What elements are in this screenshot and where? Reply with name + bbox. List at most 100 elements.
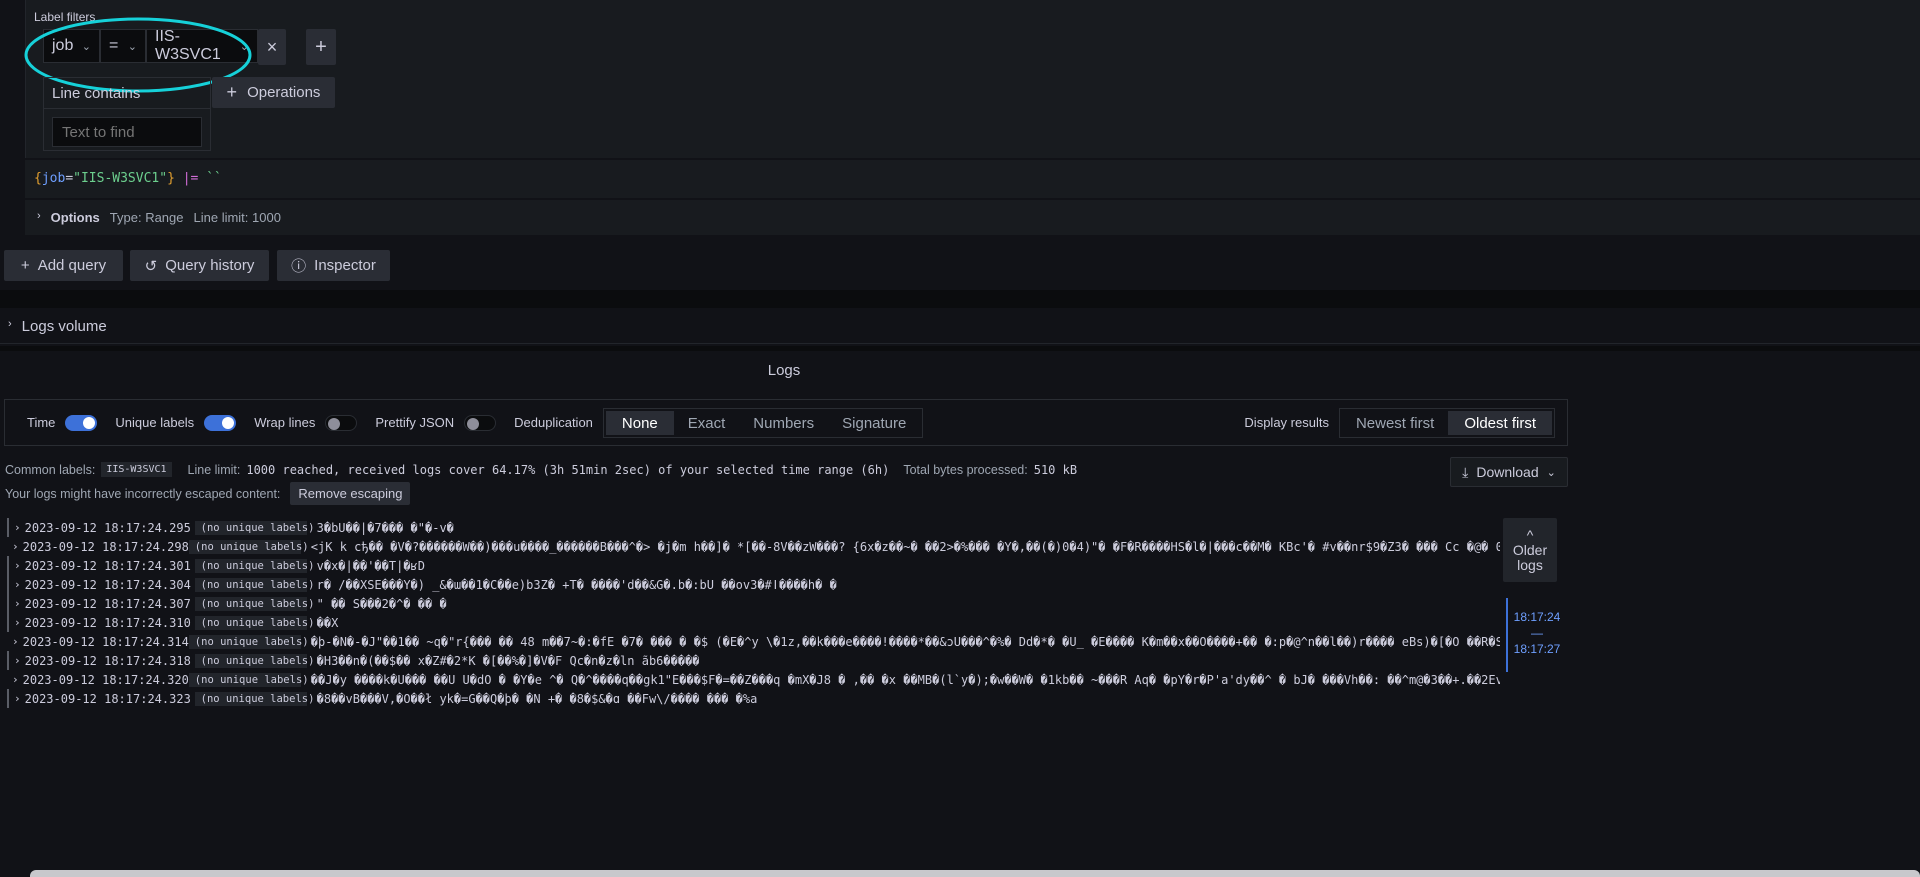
display-order-radio-group: Newest first Oldest first xyxy=(1338,407,1555,438)
add-query-label: Add query xyxy=(37,257,107,274)
dedup-exact[interactable]: Exact xyxy=(674,411,740,435)
chevron-right-icon: › xyxy=(14,654,21,667)
log-row[interactable]: › 2023-09-12 18:17:24.298 (no unique label… xyxy=(7,537,1500,556)
log-labels: (no unique labels) xyxy=(194,558,314,573)
code-brace: { xyxy=(34,171,42,186)
code-operator: |= xyxy=(182,171,199,186)
prettify-json-label: Prettify JSON xyxy=(375,415,455,430)
close-icon: × xyxy=(266,36,278,57)
code-arg: `` xyxy=(206,171,222,186)
info-icon: ⓘ xyxy=(291,258,307,275)
log-row[interactable]: › 2023-09-12 18:17:24.304 (no unique label… xyxy=(7,575,1500,594)
wrap-lines-label: Wrap lines xyxy=(254,415,316,430)
inspector-label: Inspector xyxy=(314,257,376,274)
chevron-down-icon: ⌄ xyxy=(1546,466,1556,479)
add-query-button[interactable]: + Add query xyxy=(4,250,123,281)
query-history-label: Query history xyxy=(165,257,255,274)
code-key: job xyxy=(41,171,66,186)
log-level-bar xyxy=(7,518,9,537)
range-indicator xyxy=(1506,598,1508,672)
history-icon: ↺ xyxy=(144,257,158,275)
range-end: 18:17:27 xyxy=(1513,642,1561,656)
log-level-bar xyxy=(7,594,9,613)
unique-labels-toggle[interactable] xyxy=(204,414,237,431)
chevron-right-icon: › xyxy=(12,635,19,648)
deduplication-label: Deduplication xyxy=(514,415,593,430)
logs-volume-toggle[interactable]: › Logs volume xyxy=(0,308,1920,344)
wrap-lines-toggle[interactable] xyxy=(325,414,358,431)
log-message: �H3��n�(��$�� x�Z#�2*K �[��%�]�V�F Qc�n�… xyxy=(316,653,700,668)
remove-escaping-button[interactable]: Remove escaping xyxy=(290,482,411,505)
operations-button[interactable]: + Operations xyxy=(212,77,335,108)
log-labels: (no unique labels) xyxy=(188,539,309,554)
escape-warning-text: Your logs might have incorrectly escaped… xyxy=(5,486,281,501)
log-row[interactable]: › 2023-09-12 18:17:24.320 (no unique label… xyxy=(7,670,1500,689)
add-filter-button[interactable]: + xyxy=(306,29,336,65)
order-oldest-first[interactable]: Oldest first xyxy=(1448,410,1552,435)
log-level-bar xyxy=(7,575,9,594)
log-row[interactable]: › 2023-09-12 18:17:24.314 (no unique label… xyxy=(7,632,1500,651)
log-timestamp: 2023-09-12 18:17:24.320 xyxy=(22,672,189,687)
query-builder: Label filters job ⌄ = ⌄ IIS-W3SVC1 ⌄ × + Li… xyxy=(24,0,1920,158)
older-logs-button[interactable]: ^ Older logs xyxy=(1503,518,1557,582)
log-labels: (no unique labels) xyxy=(188,634,309,649)
chevron-right-icon: › xyxy=(8,318,12,330)
order-newest-first[interactable]: Newest first xyxy=(1342,411,1448,435)
log-labels: (no unique labels) xyxy=(188,672,309,687)
bytes-value: 510 kB xyxy=(1033,462,1078,477)
log-message: ��X xyxy=(316,615,339,630)
deduplication-radio-group: None Exact Numbers Signature xyxy=(602,407,924,438)
dedup-numbers[interactable]: Numbers xyxy=(739,411,828,435)
chevron-right-icon: › xyxy=(14,578,21,591)
line-contains-input[interactable] xyxy=(52,117,202,147)
log-level-bar xyxy=(7,613,9,632)
log-timestamp: 2023-09-12 18:17:24.304 xyxy=(24,577,191,592)
divider xyxy=(0,290,1920,308)
log-row[interactable]: › 2023-09-12 18:17:24.318 (no unique label… xyxy=(7,651,1500,670)
log-row[interactable]: › 2023-09-12 18:17:24.307 (no unique label… xyxy=(7,594,1500,613)
chevron-right-icon: › xyxy=(14,559,21,572)
log-timestamp: 2023-09-12 18:17:24.318 xyxy=(24,653,191,668)
log-row[interactable]: › 2023-09-12 18:17:24.323 (no unique label… xyxy=(7,689,1500,708)
log-timestamp: 2023-09-12 18:17:24.298 xyxy=(22,539,189,554)
log-message: <jK k cђ�� �V�?������W��)���u����_������… xyxy=(310,539,1500,554)
divider xyxy=(0,346,1920,351)
log-row[interactable]: › 2023-09-12 18:17:24.301 (no unique label… xyxy=(7,556,1500,575)
code-value: "IIS-W3SVC1" xyxy=(73,171,168,186)
log-row[interactable]: › 2023-09-12 18:17:24.310 (no unique label… xyxy=(7,613,1500,632)
log-message: �þ-�N�-�J"��1�� ~q�"r{��� �� 48 m��7~�:�… xyxy=(310,634,1500,649)
remove-filter-button[interactable]: × xyxy=(258,29,286,65)
common-labels-label: Common labels: xyxy=(5,462,96,477)
log-message: �8��vB���V,�O��ł yk�=G��Q�þ� �N +� �8�$&… xyxy=(316,691,758,706)
logs-title: Logs xyxy=(767,362,801,379)
download-label: Download xyxy=(1476,464,1539,480)
options-type: Type: Range xyxy=(109,210,184,225)
log-timestamp: 2023-09-12 18:17:24.307 xyxy=(24,596,191,611)
inspector-button[interactable]: ⓘ Inspector xyxy=(277,250,390,281)
dedup-none[interactable]: None xyxy=(605,410,674,435)
prettify-json-toggle[interactable] xyxy=(464,414,497,431)
unique-labels-label: Unique labels xyxy=(115,415,195,430)
log-message: 3�bU��|�7��� �"�-v� xyxy=(316,520,454,535)
log-rows: › 2023-09-12 18:17:24.295 (no unique label… xyxy=(7,518,1500,708)
log-labels: (no unique labels) xyxy=(194,691,314,706)
chevron-right-icon: › xyxy=(14,616,21,629)
time-toggle[interactable] xyxy=(65,414,98,431)
common-label-chip: IIS-W3SVC1 xyxy=(101,462,172,477)
log-range: 18:17:24 — 18:17:27 xyxy=(1512,609,1562,657)
download-button[interactable]: ⤓ Download ⌄ xyxy=(1450,457,1568,487)
logs-controls: Time Unique labels Wrap lines Prettify J… xyxy=(4,399,1568,446)
log-row[interactable]: › 2023-09-12 18:17:24.295 (no unique label… xyxy=(7,518,1500,537)
query-code[interactable]: {job="IIS-W3SVC1"} |= `` xyxy=(25,160,1920,198)
logs-meta: Common labels: IIS-W3SVC1 Line limit: 10… xyxy=(5,462,1077,477)
query-history-button[interactable]: ↺ Query history xyxy=(130,250,269,281)
log-level-bar xyxy=(7,689,9,708)
chevron-right-icon: › xyxy=(12,673,19,686)
plus-icon: + xyxy=(226,82,238,102)
log-message: r� /��XSE���Y�) _&�ɯ��1�C��e)b3Z� +T� ��… xyxy=(316,577,837,592)
escape-warning: Your logs might have incorrectly escaped… xyxy=(5,482,411,505)
dedup-signature[interactable]: Signature xyxy=(828,411,920,435)
query-options[interactable]: › Options Type: Range Line limit: 1000 xyxy=(25,200,1920,235)
log-timestamp: 2023-09-12 18:17:24.301 xyxy=(24,558,191,573)
chevron-right-icon: › xyxy=(37,210,41,222)
